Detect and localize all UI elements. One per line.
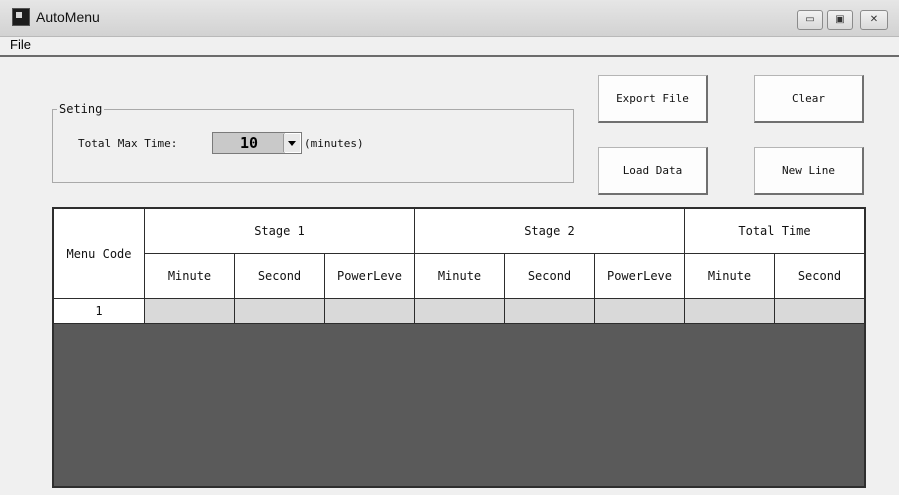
- menu-code-header[interactable]: Menu Code: [53, 208, 145, 299]
- max-time-value: 10: [213, 133, 285, 153]
- menu-bar: File: [0, 37, 899, 57]
- minimize-button[interactable]: ▭: [797, 10, 823, 30]
- col-header-stage2-minute[interactable]: Minute: [414, 253, 505, 299]
- col-header-stage2-powerlevel[interactable]: PowerLeve: [594, 253, 685, 299]
- table-cell[interactable]: [504, 298, 595, 324]
- stage1-header[interactable]: Stage 1: [144, 208, 415, 254]
- table-cell[interactable]: [324, 298, 415, 324]
- row-menu-code[interactable]: 1: [53, 298, 145, 324]
- chevron-down-icon[interactable]: [283, 134, 300, 152]
- table-cell[interactable]: [234, 298, 325, 324]
- table-cell[interactable]: [144, 298, 235, 324]
- table-cell[interactable]: [594, 298, 685, 324]
- close-button[interactable]: ✕: [860, 10, 888, 30]
- table-cell[interactable]: [774, 298, 865, 324]
- app-icon: [12, 8, 30, 26]
- new-line-button[interactable]: New Line: [754, 147, 864, 195]
- col-header-total-minute[interactable]: Minute: [684, 253, 775, 299]
- window-title: AutoMenu: [36, 9, 100, 25]
- maximize-button[interactable]: ▣: [827, 10, 853, 30]
- stage2-header[interactable]: Stage 2: [414, 208, 685, 254]
- clear-button[interactable]: Clear: [754, 75, 864, 123]
- col-header-stage1-powerlevel[interactable]: PowerLeve: [324, 253, 415, 299]
- col-header-stage1-second[interactable]: Second: [234, 253, 325, 299]
- settings-group-label: Seting: [57, 102, 105, 116]
- table-cell[interactable]: [684, 298, 775, 324]
- total-time-header[interactable]: Total Time: [684, 208, 865, 254]
- col-header-total-second[interactable]: Second: [774, 253, 865, 299]
- col-header-stage1-minute[interactable]: Minute: [144, 253, 235, 299]
- title-bar: AutoMenu ▭ ▣ ✕: [0, 0, 899, 37]
- menu-file[interactable]: File: [10, 37, 31, 52]
- max-time-label: Total Max Time:: [78, 137, 178, 150]
- export-file-button[interactable]: Export File: [598, 75, 708, 123]
- table-row[interactable]: 1: [53, 298, 865, 324]
- data-grid: Menu Code Stage 1 Stage 2 Total Time Min…: [53, 208, 865, 324]
- load-data-button[interactable]: Load Data: [598, 147, 708, 195]
- max-time-dropdown[interactable]: 10: [212, 132, 302, 154]
- minutes-unit-label: (minutes): [304, 137, 364, 150]
- col-header-stage2-second[interactable]: Second: [504, 253, 595, 299]
- table-cell[interactable]: [414, 298, 505, 324]
